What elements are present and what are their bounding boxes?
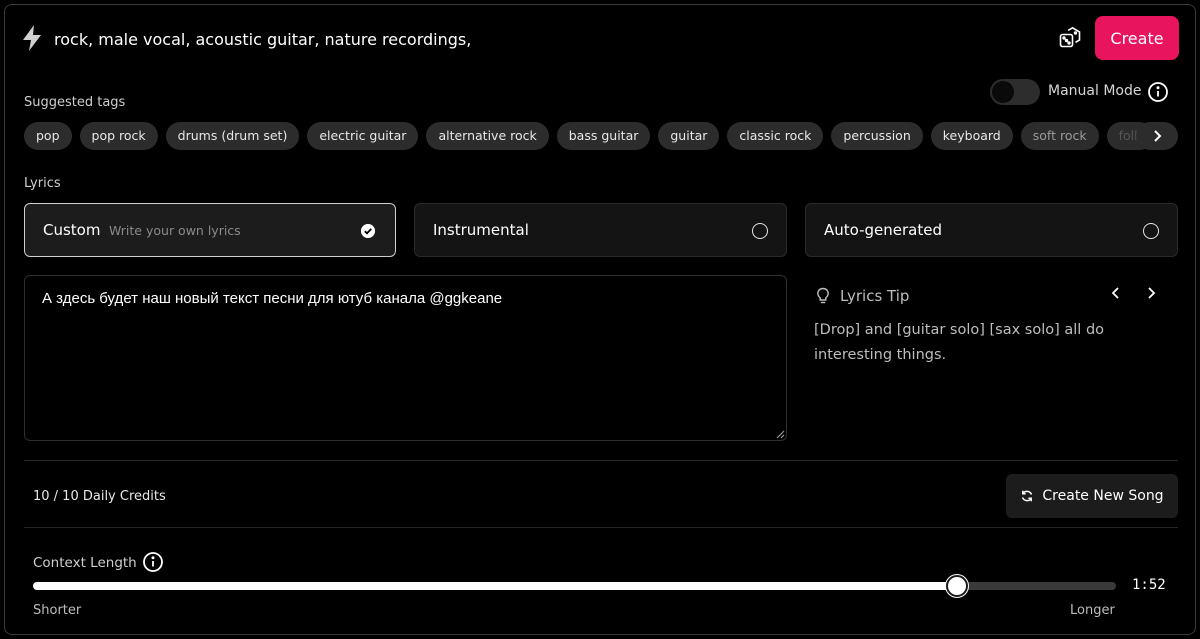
tag-chip[interactable]: pop rock <box>79 122 158 150</box>
tag-chip[interactable]: guitar <box>658 122 720 150</box>
info-icon[interactable] <box>142 551 164 573</box>
lyrics-option-auto-generated[interactable]: Auto-generated <box>805 203 1178 257</box>
tag-chip[interactable]: classic rock <box>727 122 824 150</box>
divider <box>24 460 1178 461</box>
divider <box>24 527 1178 528</box>
lyrics-option-instrumental[interactable]: Instrumental <box>414 203 787 257</box>
context-length-slider[interactable] <box>33 575 1116 597</box>
option-title: Instrumental <box>433 221 529 239</box>
option-title: Auto-generated <box>824 221 942 239</box>
info-icon[interactable] <box>1147 81 1169 103</box>
slider-min-label: Shorter <box>33 603 82 618</box>
lyrics-tip-title: Lyrics Tip <box>840 287 910 305</box>
tag-chip[interactable]: drums (drum set) <box>165 122 300 150</box>
dice-icon[interactable] <box>1058 26 1082 50</box>
context-length-label: Context Length <box>33 555 137 571</box>
tag-chip[interactable]: pop <box>24 122 72 150</box>
checkmark-icon <box>361 224 375 238</box>
lyrics-tip-text: [Drop] and [guitar solo] [sax solo] all … <box>814 322 1105 363</box>
chevron-right-icon <box>1154 130 1162 142</box>
tag-chip[interactable]: electric guitar <box>307 122 419 150</box>
radio-icon <box>752 223 768 239</box>
lightning-icon <box>23 25 41 51</box>
slider-handle[interactable] <box>945 575 968 597</box>
daily-credits: 10 / 10 Daily Credits <box>33 489 166 504</box>
create-new-song-button[interactable]: Create New Song <box>1006 474 1178 518</box>
slider-fill <box>33 582 957 590</box>
tag-chip[interactable]: keyboard <box>930 122 1013 150</box>
slider-max-label: Longer <box>1070 603 1115 618</box>
manual-mode-toggle[interactable] <box>990 79 1040 105</box>
lightbulb-icon <box>817 287 829 304</box>
suggested-tags-list: pop pop rock drums (drum set) electric guit… <box>24 122 1154 150</box>
create-button[interactable]: Create <box>1095 16 1179 60</box>
option-subtitle: Write your own lyrics <box>109 223 241 238</box>
chevron-left-icon[interactable] <box>1110 286 1122 300</box>
toggle-knob <box>992 81 1014 103</box>
refresh-icon <box>1022 490 1033 502</box>
chevron-right-icon[interactable] <box>1145 286 1157 300</box>
lyrics-label: Lyrics <box>24 176 61 191</box>
radio-icon <box>1143 223 1159 239</box>
option-title: Custom <box>43 221 101 239</box>
resize-handle-icon[interactable] <box>775 429 785 439</box>
lyrics-option-custom[interactable]: Custom Write your own lyrics <box>24 203 396 257</box>
create-new-song-label: Create New Song <box>1042 488 1164 504</box>
tag-chip[interactable]: alternative rock <box>426 122 549 150</box>
tag-chip[interactable]: bass guitar <box>556 122 651 150</box>
tag-chip[interactable]: percussion <box>831 122 923 150</box>
manual-mode-label: Manual Mode <box>1048 83 1142 99</box>
tag-chip[interactable]: soft rock <box>1020 122 1099 150</box>
context-length-value: 1:52 <box>1132 577 1166 593</box>
suggested-tags-label: Suggested tags <box>24 95 126 110</box>
tags-scroll-right-button[interactable] <box>1136 122 1178 150</box>
style-prompt-input[interactable] <box>54 22 1034 56</box>
lyrics-textarea[interactable]: А здесь будет наш новый текст песни для … <box>24 275 787 441</box>
